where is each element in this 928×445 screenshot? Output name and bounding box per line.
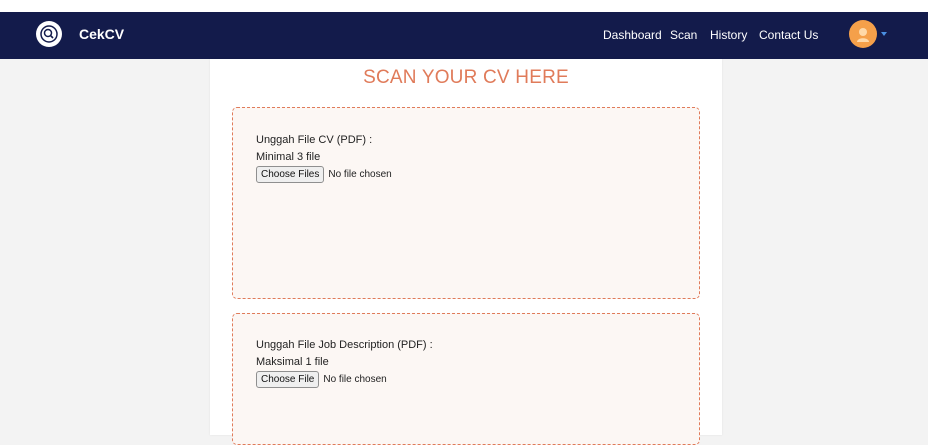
nav-scan[interactable]: Scan xyxy=(670,28,697,42)
navbar: CekCV Dashboard Scan History Contact Us xyxy=(0,12,928,59)
cv-upload-note: Minimal 3 file xyxy=(256,151,321,163)
nav-dashboard[interactable]: Dashboard xyxy=(603,28,662,42)
jd-upload-label: Unggah File Job Description (PDF) : xyxy=(256,339,433,351)
nav-contact-us[interactable]: Contact Us xyxy=(759,28,818,42)
jd-upload-note: Maksimal 1 file xyxy=(256,356,329,368)
jd-file-status: No file chosen xyxy=(323,374,387,385)
brand-name[interactable]: CekCV xyxy=(79,26,124,42)
jd-file-input[interactable]: Choose File No file chosen xyxy=(256,371,387,388)
page-title: SCAN YOUR CV HERE xyxy=(363,67,569,88)
scan-panel: SCAN YOUR CV HERE Unggah File CV (PDF) :… xyxy=(210,59,722,445)
search-document-icon[interactable] xyxy=(36,21,62,47)
caret-down-icon[interactable] xyxy=(881,32,887,36)
cv-file-status: No file chosen xyxy=(328,169,392,180)
browser-top-strip xyxy=(0,0,928,12)
cv-upload-box: Unggah File CV (PDF) : Minimal 3 file Ch… xyxy=(232,107,700,299)
nav-history[interactable]: History xyxy=(710,28,747,42)
user-avatar-icon[interactable] xyxy=(849,20,877,48)
cv-upload-label: Unggah File CV (PDF) : xyxy=(256,134,373,146)
cv-file-input[interactable]: Choose Files No file chosen xyxy=(256,166,392,183)
choose-files-button[interactable]: Choose Files xyxy=(256,166,325,183)
job-description-upload-box: Unggah File Job Description (PDF) : Maks… xyxy=(232,313,700,445)
choose-file-button[interactable]: Choose File xyxy=(256,371,320,388)
